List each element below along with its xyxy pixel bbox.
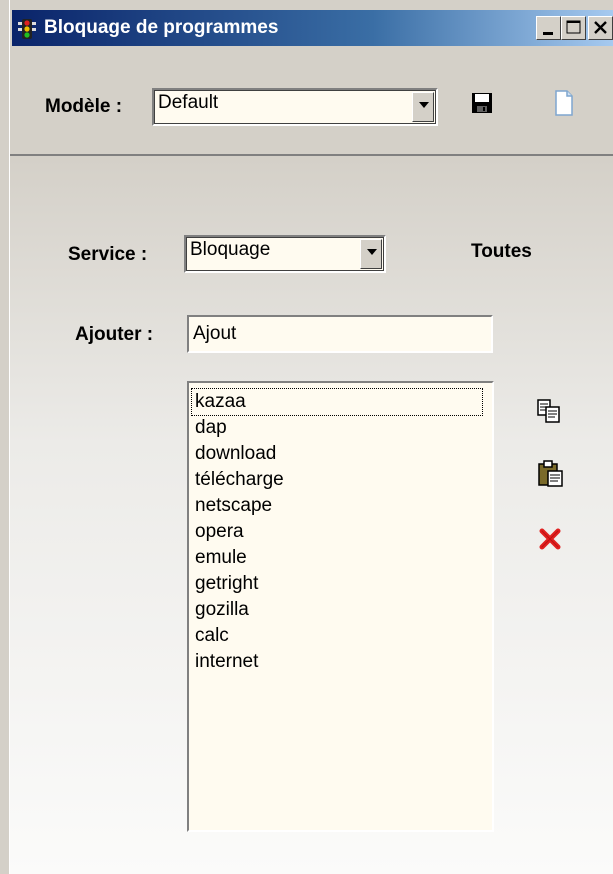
- minimize-button[interactable]: [536, 16, 561, 40]
- list-item[interactable]: télécharge: [195, 467, 284, 493]
- list-item[interactable]: netscape: [195, 493, 272, 519]
- template-select[interactable]: Default: [152, 88, 438, 126]
- new-document-icon[interactable]: [554, 90, 574, 116]
- floppy-save-icon[interactable]: [471, 92, 493, 114]
- service-select-value: Bloquage: [190, 239, 271, 260]
- close-button[interactable]: [588, 16, 613, 40]
- blocked-programs-list[interactable]: kazaa dap download télécharge netscape o…: [187, 381, 494, 832]
- service-label: Service :: [68, 244, 148, 265]
- chevron-down-icon[interactable]: [360, 239, 382, 269]
- maximize-icon: [566, 20, 581, 34]
- minimize-icon: [543, 32, 553, 35]
- title-bar[interactable]: Bloquage de programmes: [12, 10, 613, 46]
- template-toolbar: Modèle : Default: [10, 48, 613, 156]
- list-item[interactable]: opera: [195, 519, 244, 545]
- list-item[interactable]: download: [195, 441, 276, 467]
- copy-icon[interactable]: [536, 398, 562, 424]
- app-window: Bloquage de programmes Modèle : Default …: [0, 0, 613, 874]
- close-icon: [594, 21, 607, 34]
- template-select-value: Default: [158, 92, 219, 113]
- list-item[interactable]: internet: [195, 649, 258, 675]
- service-select[interactable]: Bloquage: [184, 235, 386, 273]
- traffic-light-icon: [18, 19, 36, 39]
- list-item[interactable]: dap: [195, 415, 227, 441]
- add-program-input[interactable]: [187, 315, 493, 353]
- list-item[interactable]: getright: [195, 571, 258, 597]
- paste-icon[interactable]: [537, 460, 565, 488]
- window-left-edge: [0, 0, 10, 874]
- maximize-button[interactable]: [561, 16, 586, 40]
- delete-icon[interactable]: [539, 528, 561, 550]
- list-item[interactable]: emule: [195, 545, 247, 571]
- template-label: Modèle :: [45, 96, 123, 117]
- all-label: Toutes: [471, 241, 532, 262]
- add-label: Ajouter :: [75, 324, 154, 345]
- window-title: Bloquage de programmes: [44, 17, 279, 38]
- list-item[interactable]: calc: [195, 623, 229, 649]
- list-item[interactable]: gozilla: [195, 597, 249, 623]
- list-item[interactable]: kazaa: [191, 388, 483, 416]
- chevron-down-icon[interactable]: [412, 92, 434, 122]
